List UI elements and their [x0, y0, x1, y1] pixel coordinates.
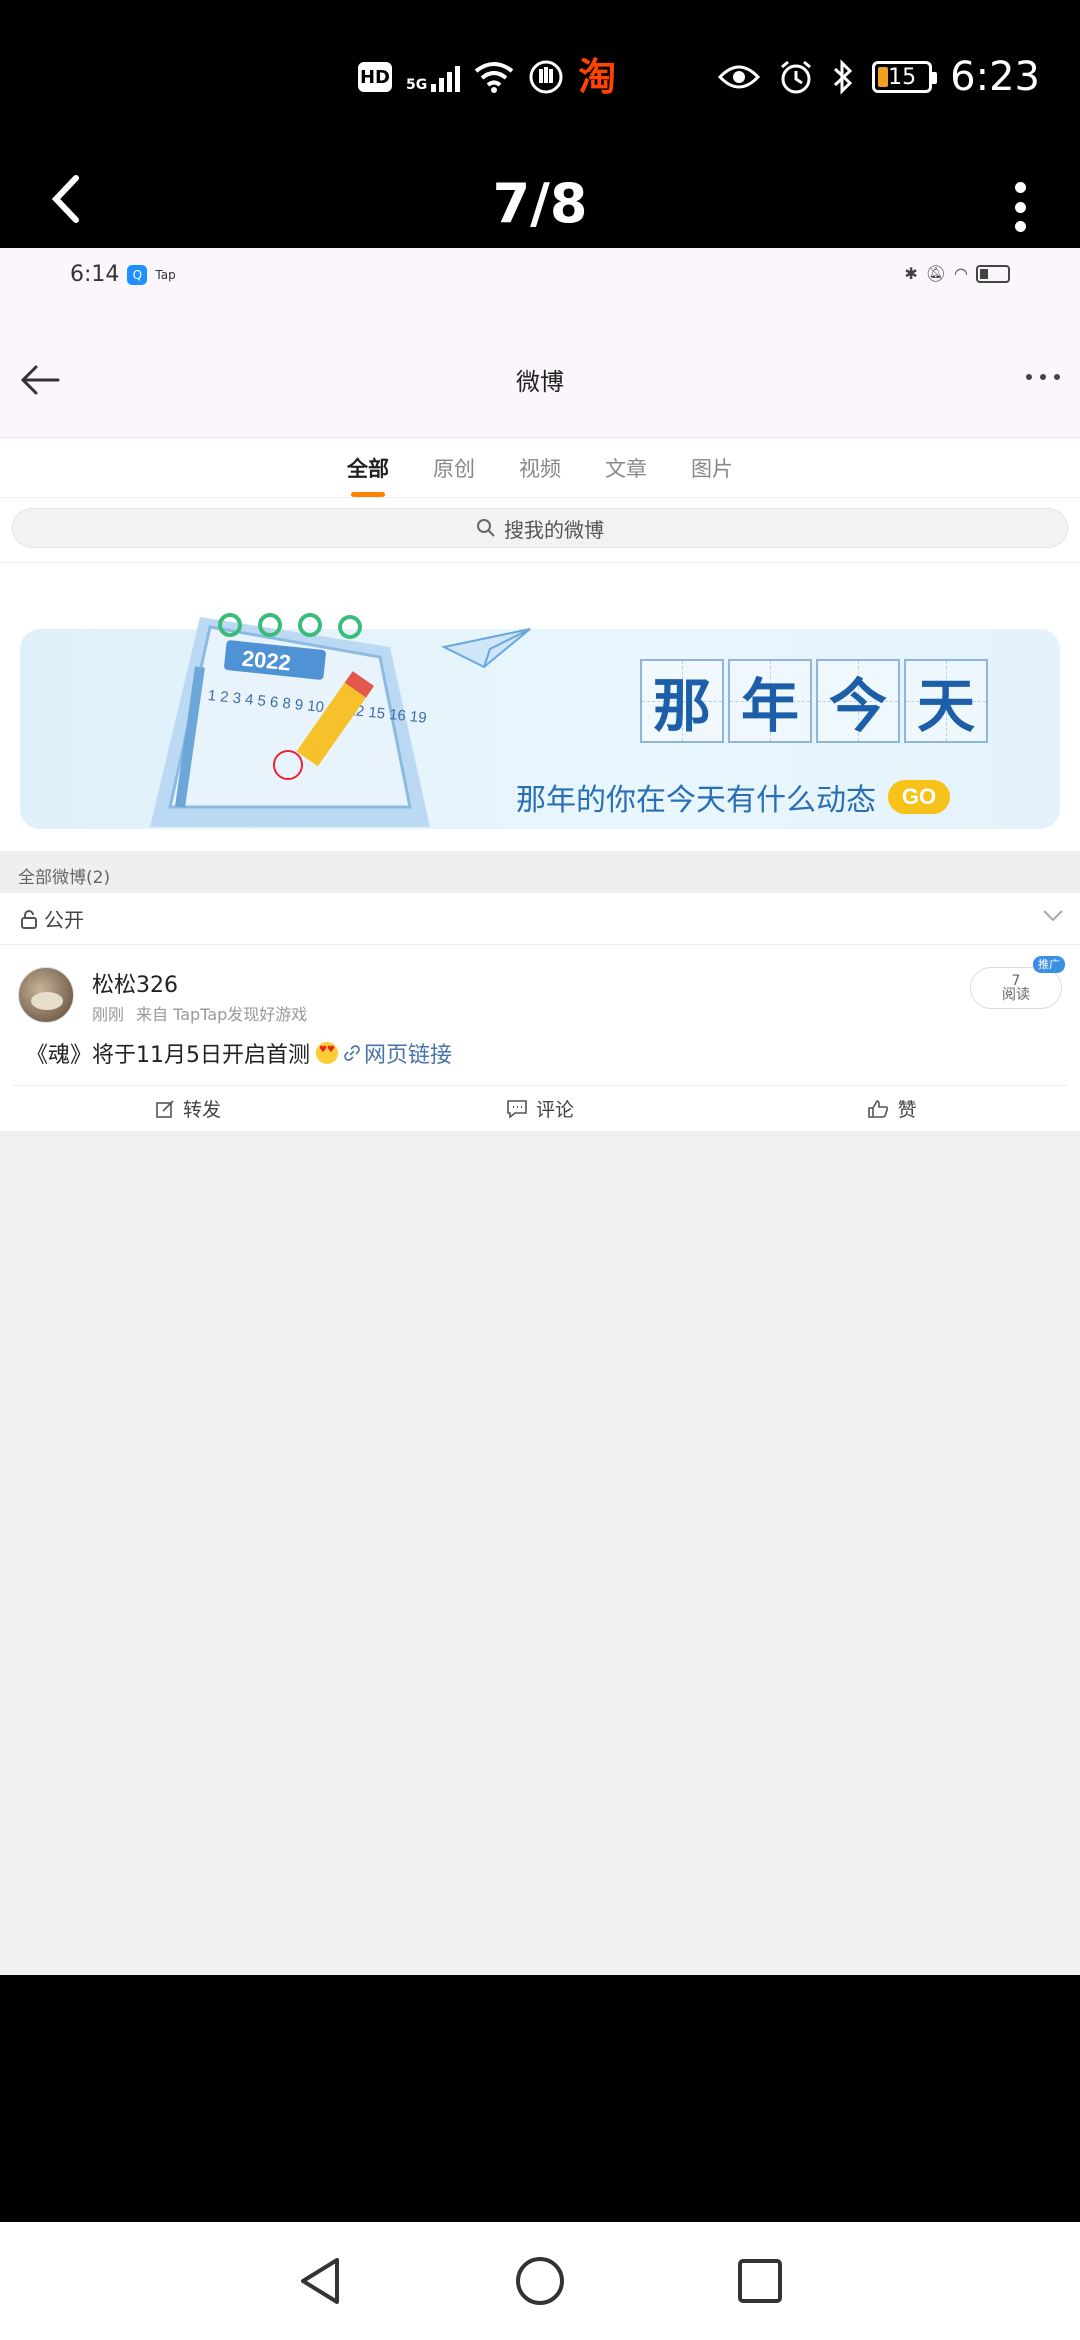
inner-status-left: 6:14 Q Tap — [70, 262, 176, 287]
repost-label: 转发 — [182, 1099, 221, 1121]
post-count-label: 全部微博(2) — [0, 851, 1080, 893]
square-recents-icon — [738, 2259, 782, 2303]
more-icon[interactable] — [1026, 374, 1060, 380]
hand-icon — [529, 60, 563, 94]
inner-status-icons: ✱ 🔕︎ ◠ — [904, 264, 1010, 283]
post-author[interactable]: 松松326 — [92, 967, 178, 999]
comment-label: 评论 — [535, 1099, 574, 1121]
inner-status-bar: 6:14 Q Tap ✱ 🔕︎ ◠ — [0, 248, 1080, 322]
nav-recents-button[interactable] — [735, 2256, 785, 2306]
post-text: 《魂》将于11月5日开启首测 — [26, 1043, 310, 1068]
tab-original[interactable]: 原创 — [431, 453, 477, 483]
link-icon — [344, 1045, 360, 1061]
status-right-icons: 15 6:23 — [718, 54, 1040, 100]
page-title: 微博 — [516, 368, 564, 396]
comment-button[interactable]: 评论 — [364, 1086, 716, 1131]
banner-title-char: 今 — [816, 659, 900, 743]
bluetooth-icon: ✱ — [904, 264, 918, 283]
eye-icon — [718, 65, 761, 89]
read-label: 阅读 — [1002, 987, 1030, 1003]
banner-subtitle: 那年的你在今天有什么动态 GO — [516, 775, 950, 819]
search-bar: 搜我的微博 — [0, 498, 1080, 562]
tab-all[interactable]: 全部 — [345, 453, 391, 497]
comment-icon — [507, 1099, 527, 1119]
memory-banner[interactable]: 2022 1 2 3 4 5 6 8 9 10 11 12 15 16 19 2… — [0, 562, 1080, 851]
read-count-badge[interactable]: 推广 7 阅读 — [970, 956, 1065, 1009]
repost-button[interactable]: 转发 — [12, 1086, 364, 1131]
read-count: 7 — [1011, 973, 1021, 989]
alarm-icon — [781, 60, 812, 94]
battery-icon: 15 — [872, 61, 938, 93]
privacy-filter[interactable]: 公开 — [0, 893, 1080, 945]
more-options-button[interactable] — [1010, 182, 1030, 232]
viewer-header: 7/8 — [0, 150, 1080, 248]
weibo-nav-bar: 微博 — [0, 322, 1080, 438]
repost-icon — [156, 1099, 174, 1118]
bluetooth-icon — [834, 59, 853, 95]
wifi-icon: ◠ — [954, 264, 968, 283]
nav-home-button[interactable] — [515, 2256, 565, 2306]
post-meta: 刚刚 来自 TapTap发现好游戏 — [92, 1001, 307, 1025]
battery-icon — [976, 264, 1010, 283]
post-source: 来自 TapTap发现好游戏 — [136, 1005, 308, 1024]
search-app-icon: Q — [127, 264, 148, 285]
web-link[interactable]: 网页链接 — [344, 1037, 452, 1069]
banner-title-char: 天 — [904, 659, 988, 743]
tab-video[interactable]: 视频 — [517, 453, 563, 483]
banner-title: 那 年 今 天 — [640, 659, 988, 743]
post-card[interactable]: 松松326 刚刚 来自 TapTap发现好游戏 推广 7 阅读 《魂》将于11月… — [0, 945, 1080, 1131]
viewer-background — [0, 1975, 1080, 2222]
tab-article[interactable]: 文章 — [603, 453, 649, 483]
filter-tabs: 全部 原创 视频 文章 图片 — [0, 438, 1080, 498]
paper-plane-icon — [440, 628, 531, 669]
battery-level: 15 — [888, 64, 917, 90]
hd-icon: HD — [358, 62, 392, 92]
search-icon — [477, 519, 495, 537]
network-type: 5G — [406, 77, 428, 93]
image-counter: 7/8 — [492, 172, 588, 235]
screenshot-image: 6:14 Q Tap ✱ 🔕︎ ◠ 微博 全部 原创 视频 文章 图片 搜我的微… — [0, 248, 1080, 1975]
chevron-down-icon — [1043, 910, 1063, 922]
calendar-year: 2022 — [241, 646, 292, 676]
post-time: 刚刚 — [92, 1005, 125, 1024]
triangle-back-icon — [301, 2258, 339, 2304]
like-label: 赞 — [897, 1099, 917, 1121]
promote-tag: 推广 — [1033, 956, 1065, 973]
signal-icon: 5G — [406, 62, 461, 93]
status-left-icons: HD 5G 淘 — [358, 58, 616, 96]
lock-icon — [21, 909, 37, 929]
system-nav-bar — [0, 2222, 1080, 2340]
banner-title-char: 年 — [728, 659, 812, 743]
search-input[interactable]: 搜我的微博 — [12, 508, 1068, 548]
status-time: 6:23 — [950, 54, 1040, 100]
heart-eyes-emoji-icon — [316, 1042, 338, 1064]
search-placeholder: 搜我的微博 — [504, 517, 604, 542]
taobao-icon: 淘 — [578, 55, 617, 99]
circle-home-icon — [516, 2257, 564, 2305]
banner-subtitle-text: 那年的你在今天有什么动态 — [516, 783, 876, 818]
phone-status-bar: HD 5G 淘 15 6:23 — [0, 0, 1080, 150]
inner-time: 6:14 — [70, 262, 120, 287]
calendar-illustration: 2022 1 2 3 4 5 6 8 9 10 11 12 15 16 19 2… — [150, 613, 430, 827]
banner-title-char: 那 — [640, 659, 724, 743]
post-actions: 转发 评论 赞 — [12, 1085, 1068, 1131]
privacy-label: 公开 — [44, 908, 84, 932]
like-button[interactable]: 赞 — [716, 1086, 1068, 1131]
go-button[interactable]: GO — [888, 780, 950, 814]
nav-back-button[interactable] — [295, 2256, 345, 2306]
post-content: 《魂》将于11月5日开启首测 网页链接 — [26, 1037, 452, 1069]
wifi-icon — [475, 62, 514, 93]
avatar[interactable] — [18, 967, 74, 1023]
thumbs-up-icon — [868, 1099, 889, 1118]
taptap-icon: Tap — [155, 267, 176, 282]
tab-images[interactable]: 图片 — [689, 453, 735, 483]
mute-icon: 🔕︎ — [925, 264, 947, 283]
web-link-text: 网页链接 — [364, 1043, 453, 1068]
